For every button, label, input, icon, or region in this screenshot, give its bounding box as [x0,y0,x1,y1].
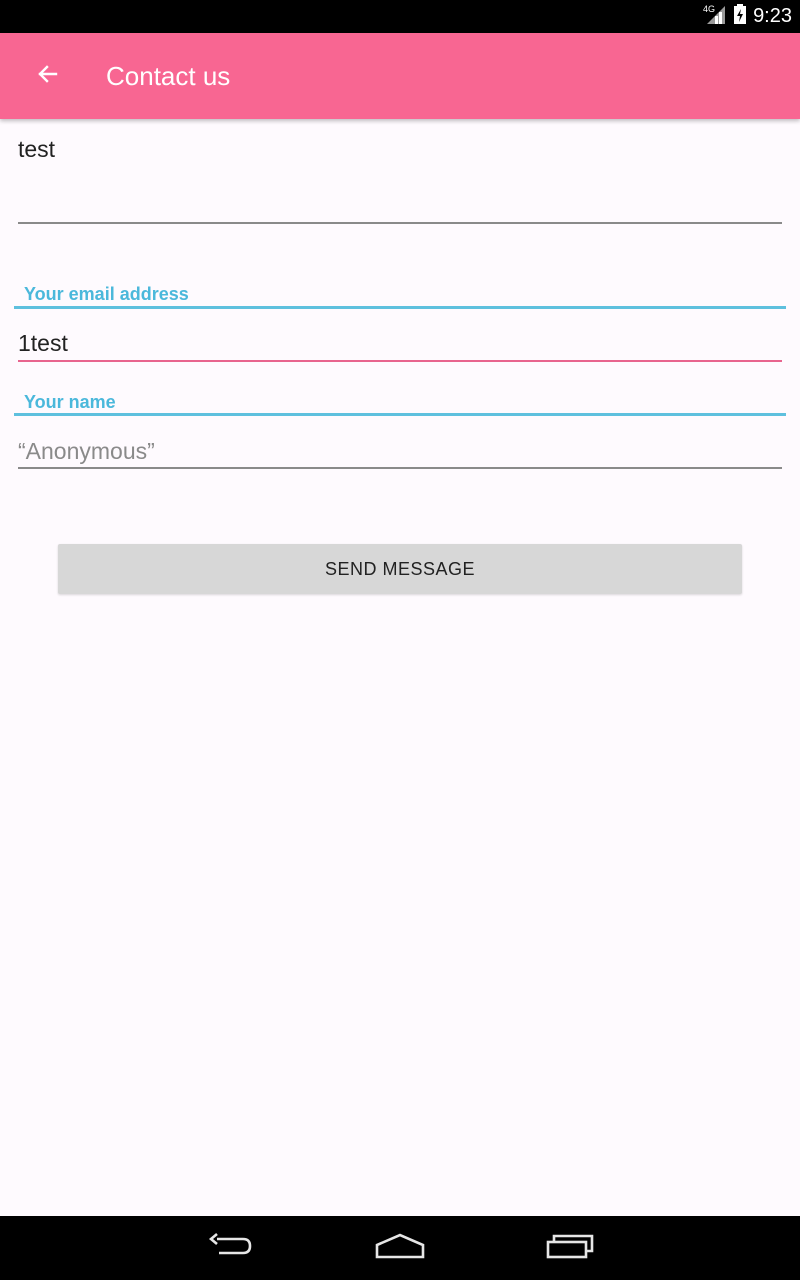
nav-home-icon [375,1233,425,1264]
name-field-label: Your name [24,392,116,412]
status-bar: 4G 9:23 [0,0,800,33]
status-time: 9:23 [753,5,792,27]
name-field[interactable]: “Anonymous” [18,428,782,472]
email-field-value: 1test [18,330,68,356]
email-field-label: Your email address [24,284,189,304]
nav-back-button[interactable] [200,1228,260,1268]
signal-icon: 4G [703,3,727,30]
email-field-underline [18,360,782,362]
name-field-placeholder: “Anonymous” [18,438,155,464]
page-title: Contact us [106,61,231,91]
name-field-underline [18,467,782,469]
name-label-underline [14,413,786,416]
nav-recents-icon [546,1233,594,1264]
status-icons: 4G 9:23 [703,0,792,33]
app-bar: Contact us [0,33,800,119]
nav-recents-button[interactable] [540,1228,600,1268]
nav-back-icon [207,1232,253,1264]
email-label-underline [14,306,786,309]
email-field[interactable]: 1test [18,320,782,364]
arrow-back-icon [36,62,60,91]
send-message-button[interactable]: SEND MESSAGE [58,544,742,594]
nav-home-button[interactable] [370,1228,430,1268]
network-type-label: 4G [703,4,715,14]
message-field-underline [18,222,782,224]
navigation-bar [0,1216,800,1280]
battery-icon [733,3,747,30]
message-field[interactable]: test [18,130,782,226]
message-field-value: test [18,136,56,162]
back-button[interactable] [24,53,72,99]
